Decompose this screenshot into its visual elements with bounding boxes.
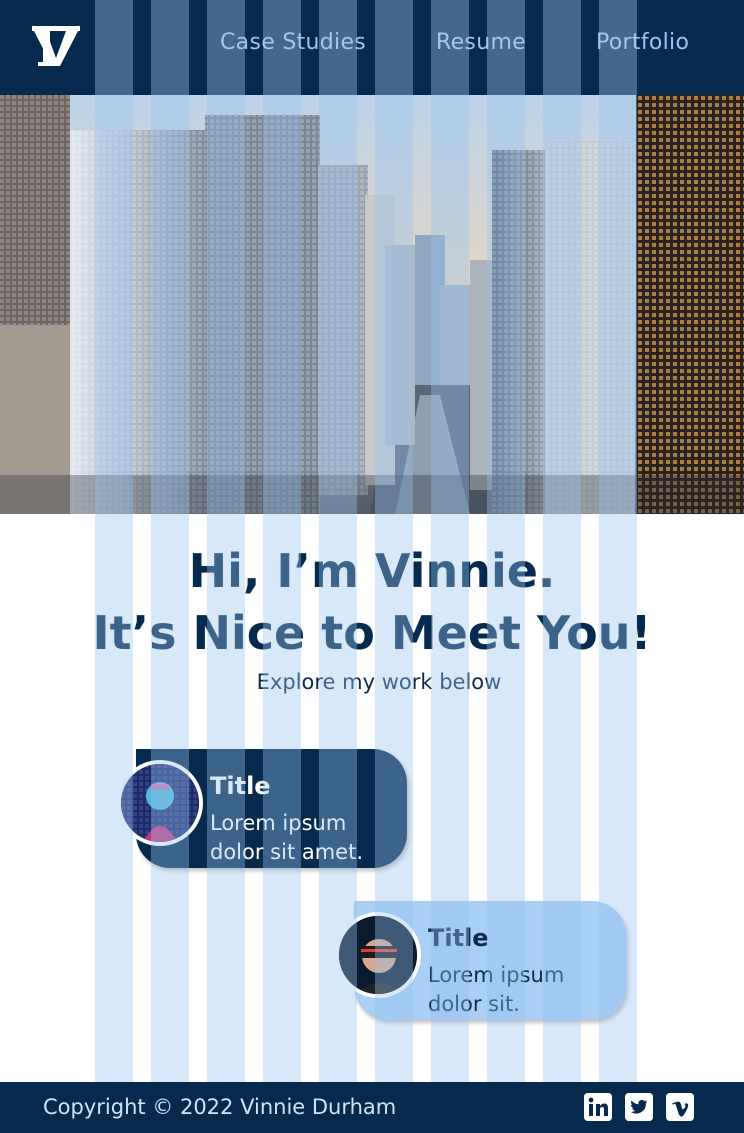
nav-portfolio[interactable]: Portfolio xyxy=(596,30,689,55)
vimeo-icon[interactable] xyxy=(666,1093,694,1121)
nav-case-studies[interactable]: Case Studies xyxy=(220,30,366,55)
vr-headset-man-avatar xyxy=(335,912,421,998)
copyright-text: Copyright © 2022 Vinnie Durham xyxy=(43,1095,397,1119)
card-2-title: Title xyxy=(428,924,489,952)
headline-line-1: Hi, I’m Vinnie. xyxy=(188,544,556,598)
card-1-title: Title xyxy=(210,772,271,800)
card-2-text: Lorem ipsum dolor sit. xyxy=(428,963,565,1016)
city-skyline-illustration xyxy=(0,95,744,514)
hero-subhead: Explore my work below xyxy=(256,670,502,694)
hero-city-image xyxy=(0,95,744,514)
woman-portrait-avatar xyxy=(117,760,203,846)
nav-resume[interactable]: Resume xyxy=(436,30,526,55)
site-footer: Copyright © 2022 Vinnie Durham xyxy=(0,1082,744,1133)
hero-headline: Hi, I’m Vinnie. It’s Nice to Meet You! xyxy=(0,540,744,664)
main-nav: Case Studies Resume Portfolio xyxy=(0,30,744,64)
twitter-icon[interactable] xyxy=(625,1093,653,1121)
card-1-text: Lorem ipsum dolor sit amet. xyxy=(210,811,364,864)
linkedin-icon[interactable] xyxy=(584,1093,612,1121)
site-header: Case Studies Resume Portfolio xyxy=(0,0,744,95)
headline-line-2: It’s Nice to Meet You! xyxy=(92,606,652,660)
